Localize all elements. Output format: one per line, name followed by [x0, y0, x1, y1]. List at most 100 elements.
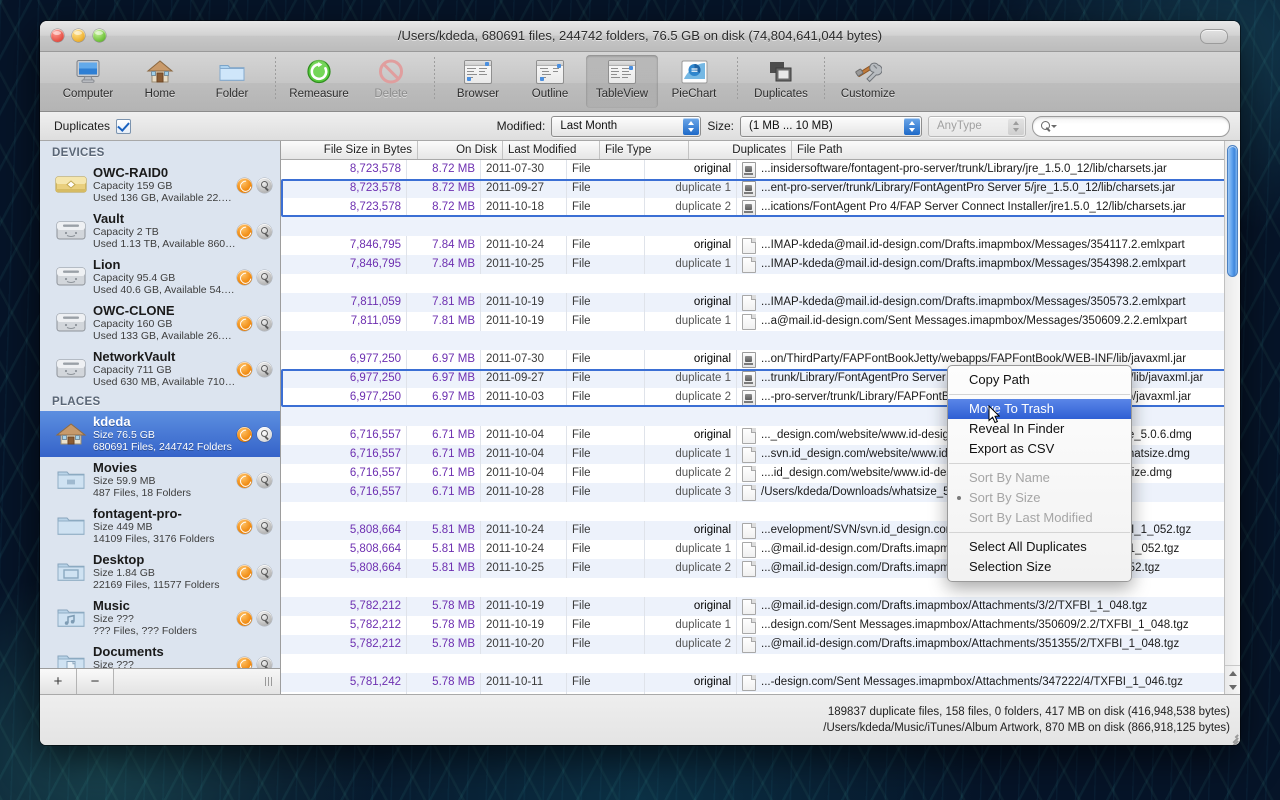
- find-icon[interactable]: [257, 362, 272, 377]
- sidebar-item-size: Size 449 MB: [93, 521, 237, 533]
- rescan-icon[interactable]: [237, 473, 252, 488]
- menu-item-copy-path[interactable]: Copy Path: [948, 370, 1131, 390]
- browser-icon: [463, 58, 493, 85]
- sidebar-item-text: Music Size ??? ??? Files, ??? Folders: [90, 599, 237, 637]
- window-resize-handle[interactable]: [1226, 731, 1238, 743]
- resize-grip-icon[interactable]: [265, 677, 273, 686]
- find-icon[interactable]: [257, 473, 272, 488]
- sidebar-item-owc-raid0[interactable]: OWC-RAID0 Capacity 159 GB Used 136 GB, A…: [40, 162, 280, 208]
- toolbar-button-home[interactable]: Home: [124, 55, 196, 108]
- table-row[interactable]: 5,782,2125.78 MB2011-10-19Fileoriginal..…: [281, 597, 1240, 616]
- column-header-file-size[interactable]: File Size in Bytes: [281, 141, 418, 159]
- column-header-on-disk[interactable]: On Disk: [418, 141, 503, 159]
- menu-item-reveal-in-finder[interactable]: Reveal In Finder: [948, 419, 1131, 439]
- cell-file-size: 5,808,664: [281, 540, 407, 559]
- table-row[interactable]: 5,781,2425.78 MB2011-10-11Fileoriginal..…: [281, 673, 1240, 692]
- menu-item-export-as-csv[interactable]: Export as CSV: [948, 439, 1131, 459]
- rescan-icon[interactable]: [237, 270, 252, 285]
- toolbar-button-customize[interactable]: Customize: [832, 55, 904, 108]
- toolbar-button-piechart[interactable]: PieChart: [658, 55, 730, 108]
- cell-file-size: 6,716,557: [281, 483, 407, 502]
- toolbar-button-browser[interactable]: Browser: [442, 55, 514, 108]
- menu-item-selection-size[interactable]: Selection Size: [948, 557, 1131, 577]
- cell-duplicates: original: [645, 160, 737, 179]
- sidebar-item-fontagent-pro[interactable]: fontagent-pro- Size 449 MB 14109 Files, …: [40, 503, 280, 549]
- cell-last-modified: 2011-10-20: [481, 635, 567, 654]
- rescan-icon[interactable]: [237, 427, 252, 442]
- cell-file-type: File: [567, 521, 645, 540]
- rescan-icon[interactable]: [237, 565, 252, 580]
- find-icon[interactable]: [257, 178, 272, 193]
- table-row[interactable]: 7,846,7957.84 MB2011-10-24Fileoriginal..…: [281, 236, 1240, 255]
- search-field[interactable]: [1032, 116, 1230, 137]
- toolbar-button-outline[interactable]: Outline: [514, 55, 586, 108]
- table-row[interactable]: 5,782,2125.78 MB2011-10-20Fileduplicate …: [281, 635, 1240, 654]
- sidebar-item-movies[interactable]: Movies Size 59.9 MB 487 Files, 18 Folder…: [40, 457, 280, 503]
- cell-file-size: 5,781,242: [281, 673, 407, 692]
- toolbar-button-tableview[interactable]: TableView: [586, 55, 658, 108]
- rescan-icon[interactable]: [237, 178, 252, 193]
- rescan-icon[interactable]: [237, 611, 252, 626]
- column-header-last-modified[interactable]: Last Modified: [503, 141, 600, 159]
- column-header-duplicates[interactable]: Duplicates: [689, 141, 792, 159]
- cell-file-type: File: [567, 597, 645, 616]
- toolbar-toggle-button[interactable]: [1200, 29, 1228, 44]
- toolbar-button-remeasure[interactable]: Remeasure: [283, 55, 355, 108]
- table-row[interactable]: 5,782,2125.78 MB2011-10-19Fileduplicate …: [281, 616, 1240, 635]
- find-icon[interactable]: [257, 611, 272, 626]
- scrollbar-thumb[interactable]: [1227, 145, 1238, 277]
- remove-place-button[interactable]: −: [77, 669, 114, 694]
- toolbar-button-duplicates[interactable]: Duplicates: [745, 55, 817, 108]
- table-row[interactable]: 8,723,5788.72 MB2011-10-18Fileduplicate …: [281, 198, 1240, 217]
- sidebar-item-networkvault[interactable]: NetworkVault Capacity 711 GB Used 630 MB…: [40, 346, 280, 392]
- column-header-file-type[interactable]: File Type: [600, 141, 689, 159]
- sidebar-item-size: Size ???: [93, 659, 237, 668]
- table-row[interactable]: 7,811,0597.81 MB2011-10-19Fileoriginal..…: [281, 293, 1240, 312]
- type-dropdown[interactable]: AnyType: [928, 116, 1026, 137]
- find-icon[interactable]: [257, 565, 272, 580]
- context-menu[interactable]: Copy Path Move To TrashReveal In FinderEx…: [947, 365, 1132, 582]
- toolbar-button-folder[interactable]: Folder: [196, 55, 268, 108]
- find-icon[interactable]: [257, 224, 272, 239]
- sidebar-item-kdeda[interactable]: kdeda Size 76.5 GB 680691 Files, 244742 …: [40, 411, 280, 457]
- rescan-icon[interactable]: [237, 224, 252, 239]
- find-icon[interactable]: [257, 519, 272, 534]
- piechart-icon: [679, 58, 709, 85]
- menu-item-select-all-duplicates[interactable]: Select All Duplicates: [948, 537, 1131, 557]
- sidebar-item-vault[interactable]: Vault Capacity 2 TB Used 1.13 TB, Availa…: [40, 208, 280, 254]
- table-row[interactable]: 8,723,5788.72 MB2011-07-30Fileoriginal..…: [281, 160, 1240, 179]
- scrollbar-buttons[interactable]: [1225, 665, 1240, 694]
- cell-duplicates: original: [645, 426, 737, 445]
- cell-on-disk: 7.84 MB: [407, 236, 481, 255]
- find-icon[interactable]: [257, 316, 272, 331]
- sidebar-item-desktop[interactable]: Desktop Size 1.84 GB 22169 Files, 11577 …: [40, 549, 280, 595]
- sidebar-item-actions: [237, 565, 274, 580]
- sidebar-item-lion[interactable]: Lion Capacity 95.4 GB Used 40.6 GB, Avai…: [40, 254, 280, 300]
- table-row[interactable]: 8,723,5788.72 MB2011-09-27Fileduplicate …: [281, 179, 1240, 198]
- sidebar-item-documents[interactable]: Documents Size ??? ??? Files, ??? Folder…: [40, 641, 280, 668]
- rescan-icon[interactable]: [237, 657, 252, 669]
- rescan-icon[interactable]: [237, 362, 252, 377]
- rescan-icon[interactable]: [237, 519, 252, 534]
- sidebar-item-music[interactable]: Music Size ??? ??? Files, ??? Folders: [40, 595, 280, 641]
- vertical-scrollbar[interactable]: [1224, 141, 1240, 694]
- column-header-file-path[interactable]: File Path: [792, 141, 1225, 159]
- table-row[interactable]: 7,846,7957.84 MB2011-10-25Fileduplicate …: [281, 255, 1240, 274]
- size-dropdown[interactable]: (1 MB ... 10 MB): [740, 116, 922, 137]
- cell-last-modified: 2011-07-30: [481, 160, 567, 179]
- modified-dropdown[interactable]: Last Month: [551, 116, 701, 137]
- toolbar-button-delete[interactable]: Delete: [355, 55, 427, 108]
- scroll-down-icon[interactable]: [1229, 685, 1237, 690]
- scrollbar-track[interactable]: [1225, 141, 1240, 665]
- find-icon[interactable]: [257, 270, 272, 285]
- find-icon[interactable]: [257, 657, 272, 669]
- toolbar-button-computer[interactable]: Computer: [52, 55, 124, 108]
- menu-item-move-to-trash[interactable]: Move To Trash: [948, 399, 1131, 419]
- rescan-icon[interactable]: [237, 316, 252, 331]
- add-place-button[interactable]: +: [40, 669, 77, 694]
- scroll-up-icon[interactable]: [1229, 671, 1237, 676]
- find-icon[interactable]: [257, 427, 272, 442]
- sidebar-item-owc-clone[interactable]: OWC-CLONE Capacity 160 GB Used 133 GB, A…: [40, 300, 280, 346]
- duplicates-checkbox[interactable]: [116, 119, 131, 134]
- table-row[interactable]: 7,811,0597.81 MB2011-10-19Fileduplicate …: [281, 312, 1240, 331]
